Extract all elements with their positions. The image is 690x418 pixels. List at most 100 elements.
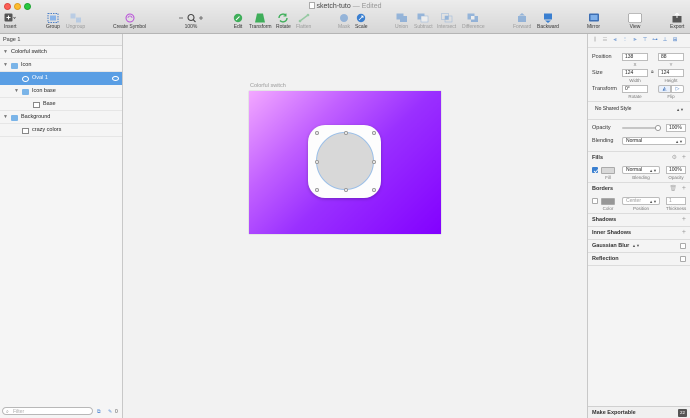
resize-handle[interactable] xyxy=(344,130,348,135)
resize-handle[interactable] xyxy=(371,130,376,135)
trash-icon[interactable]: 🗑︎ xyxy=(669,185,677,192)
flip-vertical-button[interactable]: ▷ xyxy=(671,85,684,93)
align-extra-icon[interactable]: ⊞ xyxy=(671,37,679,44)
opacity-field[interactable]: 100% xyxy=(666,124,686,132)
resize-handle[interactable] xyxy=(371,187,376,192)
disclosure-triangle-icon[interactable]: ▼ xyxy=(3,46,8,59)
blending-row: Blending Normal ▲▼ xyxy=(588,135,690,148)
view-button[interactable]: View xyxy=(628,12,642,30)
page-selector[interactable]: Page 1 xyxy=(0,34,122,46)
border-color-swatch[interactable] xyxy=(601,198,615,205)
fill-color-swatch[interactable] xyxy=(601,167,615,174)
lock-icon[interactable]: 🔒︎ xyxy=(651,69,654,75)
edit-button[interactable]: Edit xyxy=(232,12,244,30)
align-middle-icon[interactable]: ⊶ xyxy=(651,37,659,44)
difference-button[interactable]: Difference xyxy=(462,12,485,30)
align-center-icon[interactable]: ⫶ xyxy=(621,37,629,44)
transform-icon xyxy=(254,12,266,23)
ungroup-button[interactable]: Ungroup xyxy=(66,12,85,30)
plus-icon xyxy=(4,12,17,23)
position-y-field[interactable]: 88 xyxy=(658,53,684,61)
add-fill-icon[interactable]: + xyxy=(682,154,686,161)
flip-horizontal-button[interactable]: ◭ xyxy=(658,85,671,93)
scale-icon xyxy=(355,12,367,23)
canvas[interactable]: Colorful switch xyxy=(124,34,587,418)
mirror-icon xyxy=(588,12,600,23)
align-bottom-icon[interactable]: ⊥ xyxy=(661,37,669,44)
resize-handle[interactable] xyxy=(344,187,348,192)
shared-style-select[interactable]: No Shared Style ▲▼ xyxy=(592,106,686,114)
opacity-slider-knob[interactable] xyxy=(655,125,661,131)
duplicate-pages-icon[interactable]: ⧉ xyxy=(97,409,101,415)
export-button[interactable]: Export xyxy=(670,12,684,30)
union-button[interactable]: Union xyxy=(395,12,408,30)
group-button[interactable]: Group xyxy=(46,12,60,30)
distribute-vertical-icon[interactable]: ☰ xyxy=(601,37,609,44)
layer-filter-input[interactable]: ⌕ Filter xyxy=(2,407,93,415)
export-badge[interactable]: 22 xyxy=(678,409,687,417)
resize-handle[interactable] xyxy=(371,160,376,164)
insert-button[interactable]: Insert xyxy=(4,12,17,30)
subtract-button[interactable]: Subtract xyxy=(414,12,433,30)
zoom-control[interactable]: 100% xyxy=(178,12,204,30)
make-exportable-bar[interactable]: Make Exportable 22 xyxy=(588,406,690,418)
blending-select[interactable]: Normal ▲▼ xyxy=(622,137,686,145)
chevron-updown-icon[interactable]: ▲▼ xyxy=(632,243,640,248)
layer-row-base[interactable]: Base xyxy=(0,98,122,111)
backward-button[interactable]: Backward xyxy=(537,12,559,30)
border-enabled-checkbox[interactable] xyxy=(592,198,598,204)
disclosure-triangle-icon[interactable]: ▼ xyxy=(3,111,8,124)
rotate-button[interactable]: Rotate xyxy=(276,12,291,30)
fill-blend-select[interactable]: Normal ▲▼ xyxy=(622,166,660,174)
reflection-checkbox[interactable] xyxy=(680,256,686,262)
disclosure-triangle-icon[interactable]: ▼ xyxy=(14,85,19,98)
add-inner-shadow-icon[interactable]: + xyxy=(682,229,686,236)
intersect-button[interactable]: Intersect xyxy=(437,12,456,30)
layer-row-background[interactable]: ▼ Background xyxy=(0,111,122,124)
visibility-eye-icon[interactable] xyxy=(112,76,119,81)
resize-handle[interactable] xyxy=(314,187,319,192)
layer-row-oval-1[interactable]: Oval 1 xyxy=(0,72,122,85)
resize-handle[interactable] xyxy=(314,160,319,164)
layer-row-crazy-colors[interactable]: crazy colors xyxy=(0,124,122,137)
border-position-select[interactable]: Center ▲▼ xyxy=(622,197,660,205)
oval-1-shape[interactable] xyxy=(314,130,376,192)
position-x-field[interactable]: 138 xyxy=(622,53,648,61)
transform-button[interactable]: Transform xyxy=(249,12,272,30)
disclosure-triangle-icon[interactable]: ▼ xyxy=(3,59,8,72)
fill-enabled-checkbox[interactable] xyxy=(592,167,599,174)
fill-opacity-field[interactable]: 100% xyxy=(666,166,686,174)
folder-icon xyxy=(11,114,18,121)
zoom-icon xyxy=(178,12,204,23)
scale-button[interactable]: Scale xyxy=(355,12,368,30)
resize-handle[interactable] xyxy=(314,130,319,135)
mirror-button[interactable]: Mirror xyxy=(587,12,600,30)
icon-base-shape[interactable] xyxy=(308,125,381,198)
height-field[interactable]: 124 xyxy=(658,69,684,77)
gear-icon[interactable]: ⚙ xyxy=(672,154,677,161)
inspector-panel: ⫼ ☰ ⫷ ⫶ ⫸ ⊤ ⊶ ⊥ ⊞ Position 138 88 X Y Si… xyxy=(587,34,690,418)
border-thickness-field[interactable]: 1 xyxy=(666,197,686,205)
add-shadow-icon[interactable]: + xyxy=(682,216,686,223)
layer-row-icon-base[interactable]: ▼ Icon base xyxy=(0,85,122,98)
align-top-icon[interactable]: ⊤ xyxy=(641,37,649,44)
mask-button[interactable]: Mask xyxy=(338,12,350,30)
align-right-icon[interactable]: ⫸ xyxy=(631,37,639,44)
create-symbol-button[interactable]: Create Symbol xyxy=(113,12,146,30)
artboard-colorful-switch[interactable] xyxy=(249,91,441,234)
gaussian-blur-checkbox[interactable] xyxy=(680,243,686,249)
flatten-button[interactable]: Flatten xyxy=(296,12,311,30)
add-border-icon[interactable]: + xyxy=(682,185,686,192)
rotate-field[interactable]: 0° xyxy=(622,85,648,93)
width-field[interactable]: 124 xyxy=(622,69,648,77)
fill-row: Normal ▲▼ 100% Fill Blending Opacity xyxy=(588,164,690,182)
forward-button[interactable]: Forward xyxy=(513,12,531,30)
layer-row-colorful-switch[interactable]: ▼ Colorful switch xyxy=(0,46,122,59)
distribute-horizontal-icon[interactable]: ⫼ xyxy=(591,37,599,44)
symbol-icon xyxy=(124,12,136,23)
layer-row-icon[interactable]: ▼ Icon xyxy=(0,59,122,72)
backward-icon xyxy=(542,12,554,23)
edit-pencil-icon[interactable]: ✎ xyxy=(108,409,112,415)
align-left-icon[interactable]: ⫷ xyxy=(611,37,619,44)
artboard-title[interactable]: Colorful switch xyxy=(250,83,286,89)
